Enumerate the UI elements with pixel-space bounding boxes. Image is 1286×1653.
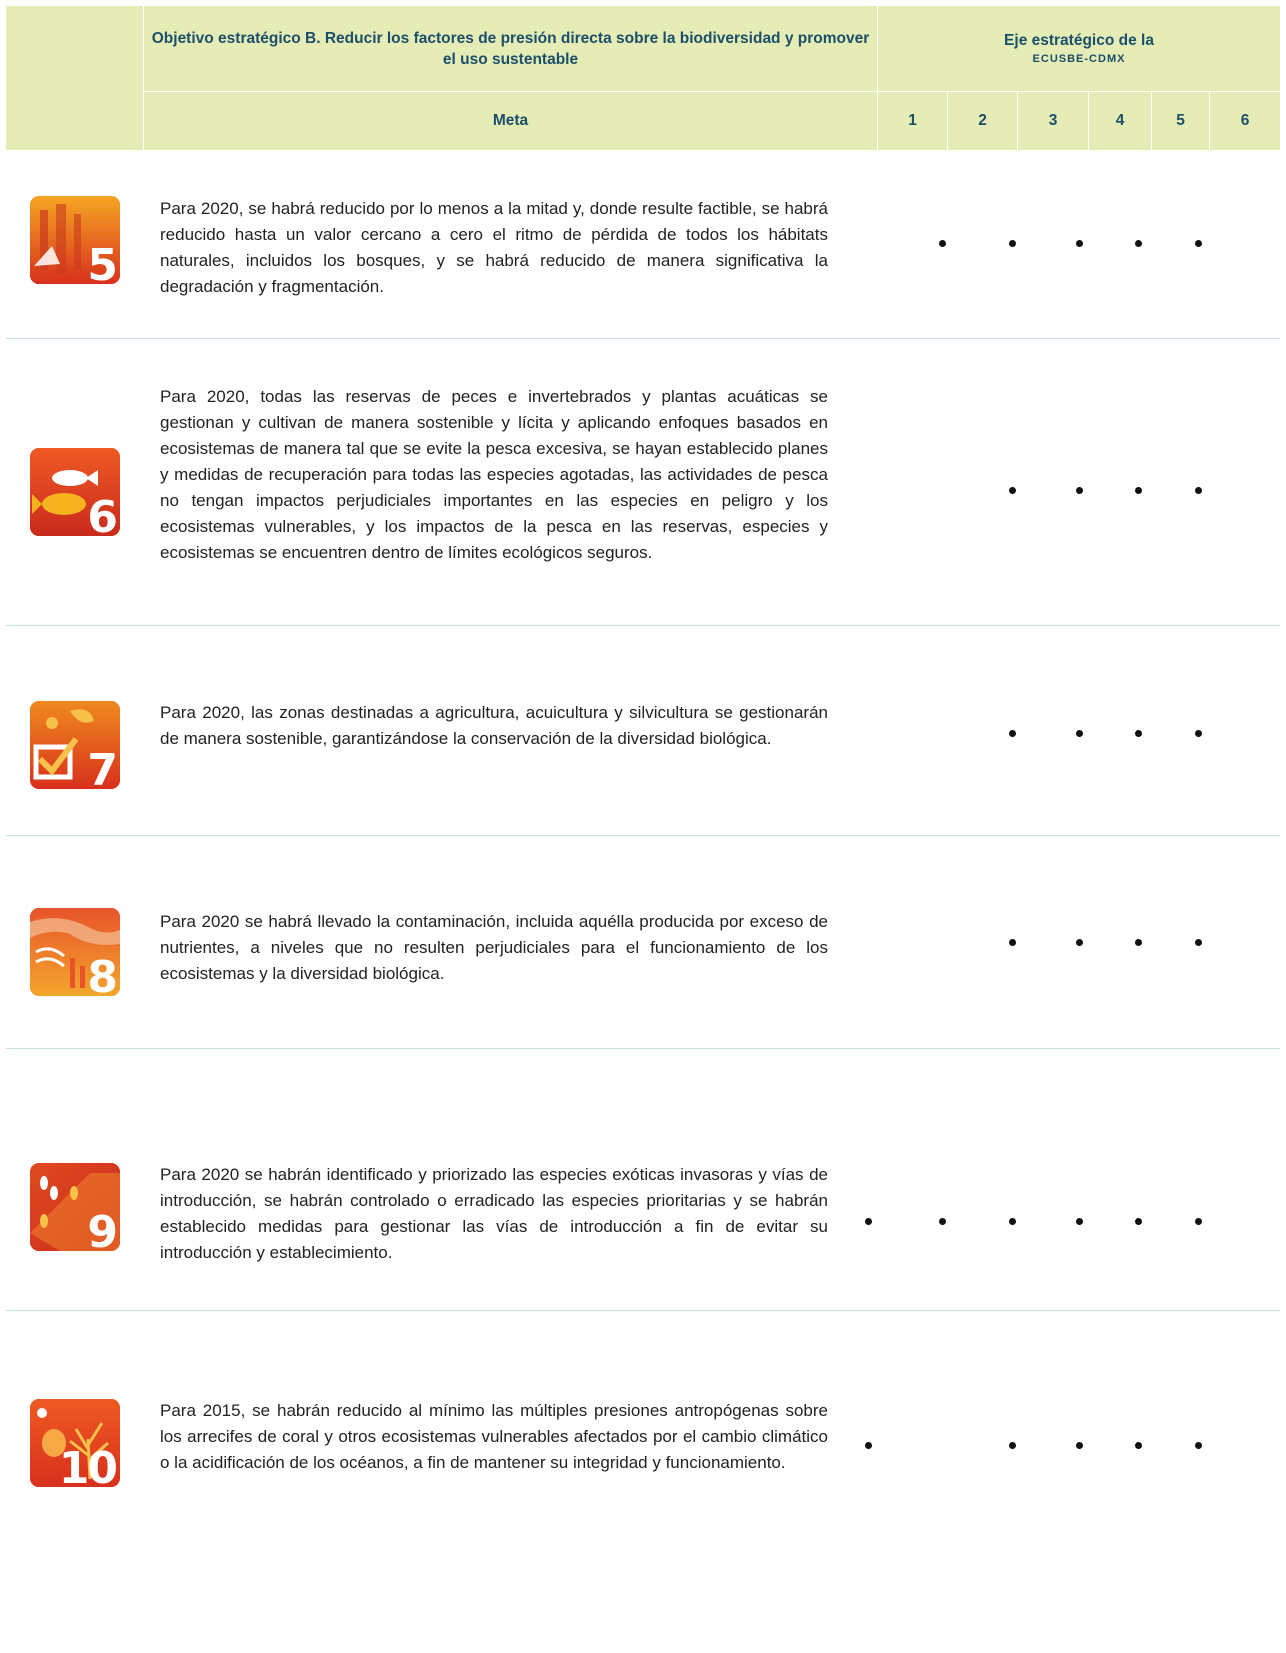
table-row: 8 Para 2020 se habrá llevado la contamin… [6, 836, 1280, 1049]
axis-mark [1195, 1218, 1202, 1225]
axis-mark [1195, 1442, 1202, 1449]
goal-number: 6 [87, 492, 118, 537]
goal-text: Para 2020, todas las reservas de peces e… [160, 387, 828, 562]
axis-mark [1135, 1218, 1142, 1225]
axis-mark [1009, 939, 1016, 946]
goal-number: 10 [58, 1443, 118, 1488]
table-header: Objetivo estratégico B. Reducir los fact… [6, 6, 1280, 150]
goal-number: 5 [87, 240, 118, 285]
table-row: 6 Para 2020, todas las reservas de peces… [6, 339, 1280, 626]
icon-column-header [6, 6, 144, 150]
table-row: 9 Para 2020 se habrán identificado y pri… [6, 1049, 1280, 1311]
footprints-icon: 9 [30, 1163, 120, 1251]
goals-table: Objetivo estratégico B. Reducir los fact… [6, 6, 1280, 1581]
goal-number: 7 [87, 745, 118, 790]
eje-header: Eje estratégico de la ECUSBE-CDMX [878, 6, 1280, 92]
axis-mark [865, 1218, 872, 1225]
axis-mark [1009, 240, 1016, 247]
agriculture-check-icon: 7 [30, 701, 120, 789]
axis-header-5: 5 [1152, 92, 1210, 150]
axis-mark [1076, 1442, 1083, 1449]
axis-mark [1076, 240, 1083, 247]
axis-mark [1195, 939, 1202, 946]
axis-mark [939, 240, 946, 247]
axis-header-1: 1 [878, 92, 948, 150]
axis-mark [1009, 730, 1016, 737]
table-row: 5 Para 2020, se habrá reducido por lo me… [6, 150, 1280, 339]
objective-title: Objetivo estratégico B. Reducir los fact… [144, 6, 878, 92]
axis-mark [1195, 240, 1202, 247]
axis-mark [1009, 487, 1016, 494]
goal-number: 9 [87, 1207, 118, 1252]
goal-text: Para 2020 se habrá llevado la contaminac… [160, 912, 828, 983]
axis-mark [939, 1218, 946, 1225]
axis-mark [1135, 240, 1142, 247]
axis-mark [1195, 730, 1202, 737]
axis-header-4: 4 [1089, 92, 1152, 150]
coral-reef-icon: 10 [30, 1399, 120, 1487]
axis-mark [1009, 1442, 1016, 1449]
goal-text: Para 2020 se habrán identificado y prior… [160, 1165, 828, 1262]
table-row: 10 Para 2015, se habrán reducido al míni… [6, 1311, 1280, 1581]
axis-mark [1135, 487, 1142, 494]
axis-mark [865, 1442, 872, 1449]
axis-header-3: 3 [1018, 92, 1089, 150]
goal-text: Para 2015, se habrán reducido al mínimo … [160, 1401, 828, 1472]
axis-mark [1076, 939, 1083, 946]
meta-column-header: Meta [144, 92, 878, 150]
axis-header-6: 6 [1240, 112, 1250, 129]
eje-title: Eje estratégico de la [1004, 32, 1154, 49]
axis-mark [1076, 1218, 1083, 1225]
table-row: 7 Para 2020, las zonas destinadas a agri… [6, 626, 1280, 836]
axis-mark [1195, 487, 1202, 494]
axis-header-2: 2 [948, 92, 1018, 150]
axis-mark [1135, 1442, 1142, 1449]
goal-text: Para 2020, se habrá reducido por lo meno… [160, 199, 828, 296]
fish-icon: 6 [30, 448, 120, 536]
pollution-icon: 8 [30, 908, 120, 996]
axis-mark [1076, 487, 1083, 494]
axis-mark [1009, 1218, 1016, 1225]
axis-mark [1135, 939, 1142, 946]
forest-habitat-icon: 5 [30, 196, 120, 284]
eje-subtitle: ECUSBE-CDMX [1032, 53, 1126, 65]
goal-number: 8 [87, 952, 118, 997]
goal-text: Para 2020, las zonas destinadas a agricu… [160, 703, 828, 748]
axis-mark [1076, 730, 1083, 737]
axis-mark [1135, 730, 1142, 737]
